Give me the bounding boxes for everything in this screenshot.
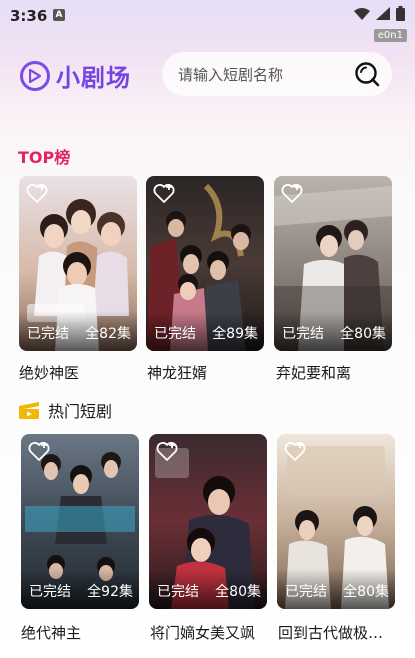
notification-icon: A xyxy=(53,9,65,21)
search-bar xyxy=(162,52,392,96)
drama-title[interactable]: 回到古代做极… xyxy=(278,622,383,643)
favorite-heart-icon[interactable] xyxy=(280,181,304,205)
episode-count: 全80集 xyxy=(215,584,261,600)
app-logo: 小剧场 xyxy=(20,58,131,93)
favorite-heart-icon[interactable] xyxy=(155,439,179,463)
episode-count: 全92集 xyxy=(87,584,133,600)
drama-status: 已完结 xyxy=(27,326,69,342)
section-title-hot: 热门短剧 xyxy=(48,402,113,421)
drama-status: 已完结 xyxy=(285,584,327,600)
system-icons xyxy=(354,6,405,21)
drama-card[interactable]: 已完结 全82集 xyxy=(19,176,137,351)
drama-card[interactable]: 已完结 全80集 xyxy=(274,176,392,351)
drama-card[interactable]: 已完结 全92集 xyxy=(21,434,139,609)
favorite-heart-icon[interactable] xyxy=(27,439,51,463)
clapperboard-icon xyxy=(19,402,39,419)
drama-title[interactable]: 绝代神主 xyxy=(21,622,81,643)
episode-count: 全80集 xyxy=(340,326,386,342)
drama-status: 已完结 xyxy=(282,326,324,342)
battery-icon xyxy=(396,6,405,21)
drama-title[interactable]: 绝妙神医 xyxy=(19,362,79,383)
status-time: 3:36 xyxy=(10,7,48,25)
search-icon[interactable] xyxy=(354,61,380,87)
drama-title[interactable]: 弃妃要和离 xyxy=(276,362,351,383)
search-input[interactable] xyxy=(176,62,350,88)
episode-count: 全89集 xyxy=(212,326,258,342)
favorite-heart-icon[interactable] xyxy=(25,181,49,205)
favorite-heart-icon[interactable] xyxy=(283,439,307,463)
favorite-heart-icon[interactable] xyxy=(152,181,176,205)
status-bar: 3:36 A e0n1 xyxy=(0,0,415,42)
drama-title[interactable]: 将门嫡女美又飒 xyxy=(150,622,255,643)
drama-status: 已完结 xyxy=(29,584,71,600)
drama-card[interactable]: 已完结 全80集 xyxy=(277,434,395,609)
play-icon xyxy=(20,60,50,91)
drama-status: 已完结 xyxy=(157,584,199,600)
drama-card[interactable]: 已完结 全80集 xyxy=(149,434,267,609)
drama-title[interactable]: 神龙狂婿 xyxy=(147,362,207,383)
signal-icon xyxy=(376,7,390,20)
episode-count: 全80集 xyxy=(343,584,389,600)
wifi-icon xyxy=(354,8,370,20)
section-header-hot: 热门短剧 xyxy=(18,398,112,422)
section-title-top: TOP榜 xyxy=(18,148,71,167)
episode-count: 全82集 xyxy=(85,326,131,342)
app-name: 小剧场 xyxy=(56,64,131,92)
drama-card[interactable]: 已完结 全89集 xyxy=(146,176,264,351)
drama-status: 已完结 xyxy=(154,326,196,342)
debug-badge: e0n1 xyxy=(373,29,407,42)
